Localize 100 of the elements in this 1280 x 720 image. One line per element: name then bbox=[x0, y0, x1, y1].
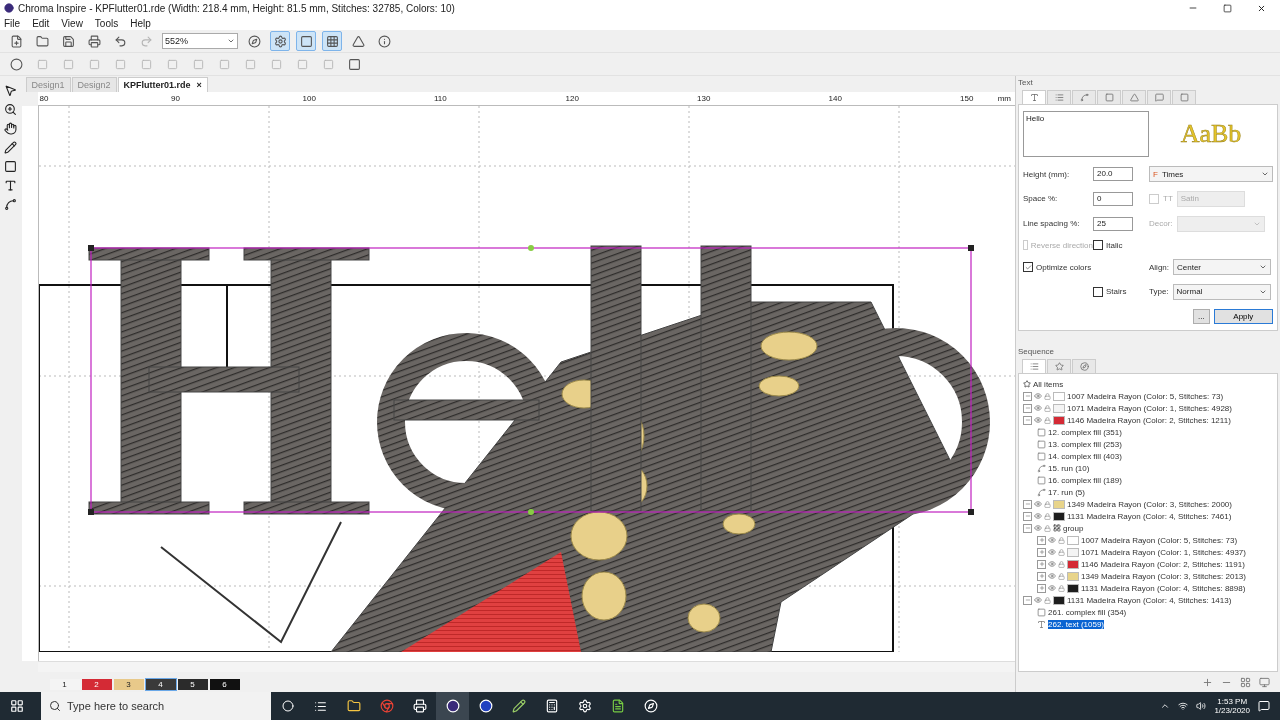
color-chip[interactable]: 4 bbox=[145, 678, 176, 690]
font-dropdown[interactable]: F Times bbox=[1149, 166, 1273, 183]
tree-item[interactable]: 1131 Madeira Rayon (Color: 4, Stitches: 1413) bbox=[1067, 595, 1232, 605]
pencil-icon[interactable] bbox=[511, 699, 526, 713]
search-field[interactable]: Type here to search bbox=[41, 692, 271, 720]
menu-item[interactable]: Help bbox=[130, 17, 151, 29]
tray-expand-icon[interactable] bbox=[1160, 701, 1171, 711]
apply-button[interactable]: Apply bbox=[1213, 308, 1273, 324]
text-tool-icon[interactable] bbox=[4, 179, 18, 192]
checkbox[interactable] bbox=[1093, 286, 1103, 297]
printer-icon[interactable] bbox=[412, 699, 427, 713]
tree-item[interactable]: 16. complex fill (189) bbox=[1048, 475, 1122, 485]
tree-item[interactable]: 13. complex fill (253) bbox=[1048, 439, 1122, 449]
tree-item[interactable]: 1131 Madeira Rayon (Color: 4, Stitches: 7461) bbox=[1067, 511, 1232, 521]
volume-icon[interactable] bbox=[1196, 701, 1207, 711]
add-icon[interactable] bbox=[1202, 676, 1213, 688]
document-tab[interactable]: KPFlutter01.rde × bbox=[117, 77, 208, 92]
document-icon[interactable] bbox=[610, 699, 625, 713]
checkbox[interactable] bbox=[1023, 262, 1033, 273]
input-field[interactable]: 25 bbox=[1093, 216, 1133, 231]
tree-item[interactable]: 14. complex fill (403) bbox=[1048, 451, 1122, 461]
tree-item[interactable]: 1349 Madeira Rayon (Color: 3, Stitches: 2000) bbox=[1067, 499, 1232, 509]
selection-frame[interactable] bbox=[87, 245, 974, 515]
calculator-icon[interactable] bbox=[544, 699, 559, 713]
printer-icon[interactable] bbox=[87, 34, 101, 48]
tree-item[interactable]: 261. complex fill (354) bbox=[1048, 607, 1127, 617]
menu-item[interactable]: File bbox=[4, 17, 21, 29]
color-chip[interactable]: 1 bbox=[49, 678, 80, 690]
tree-item[interactable]: 1007 Madeira Rayon (Color: 5, Stitches: 73) bbox=[1067, 391, 1224, 401]
tree-item[interactable]: 1131 Madeira Rayon (Color: 4, Stitches: 8898) bbox=[1081, 583, 1246, 593]
panel-tab[interactable] bbox=[1172, 90, 1196, 104]
app-logo-icon[interactable] bbox=[445, 699, 460, 713]
panel-tab[interactable] bbox=[1072, 359, 1096, 373]
tree-item[interactable]: 15. run (10) bbox=[1048, 463, 1090, 473]
input-field[interactable]: 20.0 bbox=[1093, 167, 1133, 182]
task-view-icon[interactable] bbox=[314, 699, 327, 713]
compass-icon[interactable] bbox=[643, 699, 658, 713]
notification-icon[interactable] bbox=[1258, 700, 1270, 712]
taskbar-button[interactable] bbox=[436, 692, 469, 720]
frame-icon[interactable] bbox=[347, 57, 361, 71]
close-tab-button[interactable]: × bbox=[196, 80, 202, 90]
more-button[interactable]: ... bbox=[1193, 308, 1210, 324]
tree-item[interactable]: 262. text (1059) bbox=[1048, 619, 1105, 629]
pencil-tool-icon[interactable] bbox=[4, 141, 18, 154]
menu-item[interactable]: Tools bbox=[94, 17, 119, 29]
color-chip[interactable]: 5 bbox=[177, 678, 208, 690]
triangle-icon[interactable] bbox=[351, 34, 365, 48]
new-file-icon[interactable] bbox=[9, 34, 23, 48]
tree-item[interactable]: All items bbox=[1033, 379, 1064, 389]
panel-tab[interactable] bbox=[1047, 90, 1071, 104]
start-icon[interactable] bbox=[9, 699, 24, 713]
panel-tab[interactable] bbox=[1147, 90, 1171, 104]
color-chip[interactable]: 6 bbox=[209, 678, 240, 690]
save-icon[interactable] bbox=[61, 34, 75, 48]
menu-item[interactable]: View bbox=[61, 17, 83, 29]
redo-icon[interactable] bbox=[139, 34, 153, 48]
tree-item[interactable]: 1146 Madeira Rayon (Color: 2, Stitches: 1191) bbox=[1081, 559, 1245, 569]
horizontal-scrollbar[interactable] bbox=[37, 661, 1015, 672]
pointer-tool-icon[interactable] bbox=[4, 84, 18, 97]
gauge-icon[interactable] bbox=[247, 34, 261, 48]
monitor-icon[interactable] bbox=[1259, 676, 1270, 688]
maximize-icon[interactable] bbox=[1222, 3, 1232, 13]
panel-tab[interactable] bbox=[1022, 359, 1046, 373]
zoom-combo[interactable]: 552% bbox=[162, 33, 238, 49]
tree-item[interactable]: 1349 Madeira Rayon (Color: 3, Stitches: 2013) bbox=[1081, 571, 1246, 581]
network-icon[interactable] bbox=[1178, 701, 1189, 711]
browser-icon[interactable] bbox=[379, 699, 394, 713]
panel-tab[interactable] bbox=[1022, 90, 1046, 104]
tree-item[interactable]: 1071 Madeira Rayon (Color: 1, Stitches: 4928) bbox=[1067, 403, 1232, 413]
color-chip[interactable]: 3 bbox=[113, 678, 144, 690]
checkbox[interactable] bbox=[1093, 240, 1103, 251]
tree-item[interactable]: 12. complex fill (351) bbox=[1048, 427, 1122, 437]
circle-icon[interactable] bbox=[9, 57, 23, 71]
zoom-tool-icon[interactable] bbox=[4, 103, 18, 116]
gear-icon[interactable] bbox=[577, 699, 592, 713]
info-icon[interactable] bbox=[377, 34, 391, 48]
checkbox-label: Reverse direction bbox=[1030, 240, 1093, 250]
run-tool-icon[interactable] bbox=[4, 198, 18, 211]
hand-tool-icon[interactable] bbox=[4, 122, 18, 135]
ruler-label: 100 bbox=[302, 94, 316, 103]
panel-tab[interactable] bbox=[1122, 90, 1146, 104]
menu-item[interactable]: Edit bbox=[32, 17, 50, 29]
text-input[interactable]: Hello bbox=[1023, 111, 1149, 158]
panel-tab[interactable] bbox=[1072, 90, 1096, 104]
folder-icon[interactable] bbox=[346, 699, 361, 713]
folder-icon[interactable] bbox=[35, 34, 49, 48]
tree-item[interactable]: group bbox=[1063, 523, 1084, 533]
panel-tab[interactable] bbox=[1047, 359, 1071, 373]
undo-icon[interactable] bbox=[113, 34, 127, 48]
align-dropdown[interactable]: Center bbox=[1173, 259, 1271, 276]
grid-icon[interactable] bbox=[1240, 676, 1251, 688]
image-tool-icon[interactable] bbox=[4, 160, 18, 173]
color-chip[interactable]: 2 bbox=[81, 678, 112, 690]
input-field[interactable]: 0 bbox=[1093, 191, 1133, 206]
tree-item[interactable]: 1146 Madeira Rayon (Color: 2, Stitches: 1211) bbox=[1067, 415, 1231, 425]
tree-item[interactable]: 17. run (5) bbox=[1048, 487, 1085, 497]
tree-item[interactable]: 1071 Madeira Rayon (Color: 1, Stitches: 4937) bbox=[1081, 547, 1246, 557]
panel-tab[interactable] bbox=[1097, 90, 1121, 104]
type-dropdown[interactable]: Normal bbox=[1172, 283, 1271, 300]
tree-item[interactable]: 1007 Madeira Rayon (Color: 5, Stitches: 73) bbox=[1081, 535, 1238, 545]
